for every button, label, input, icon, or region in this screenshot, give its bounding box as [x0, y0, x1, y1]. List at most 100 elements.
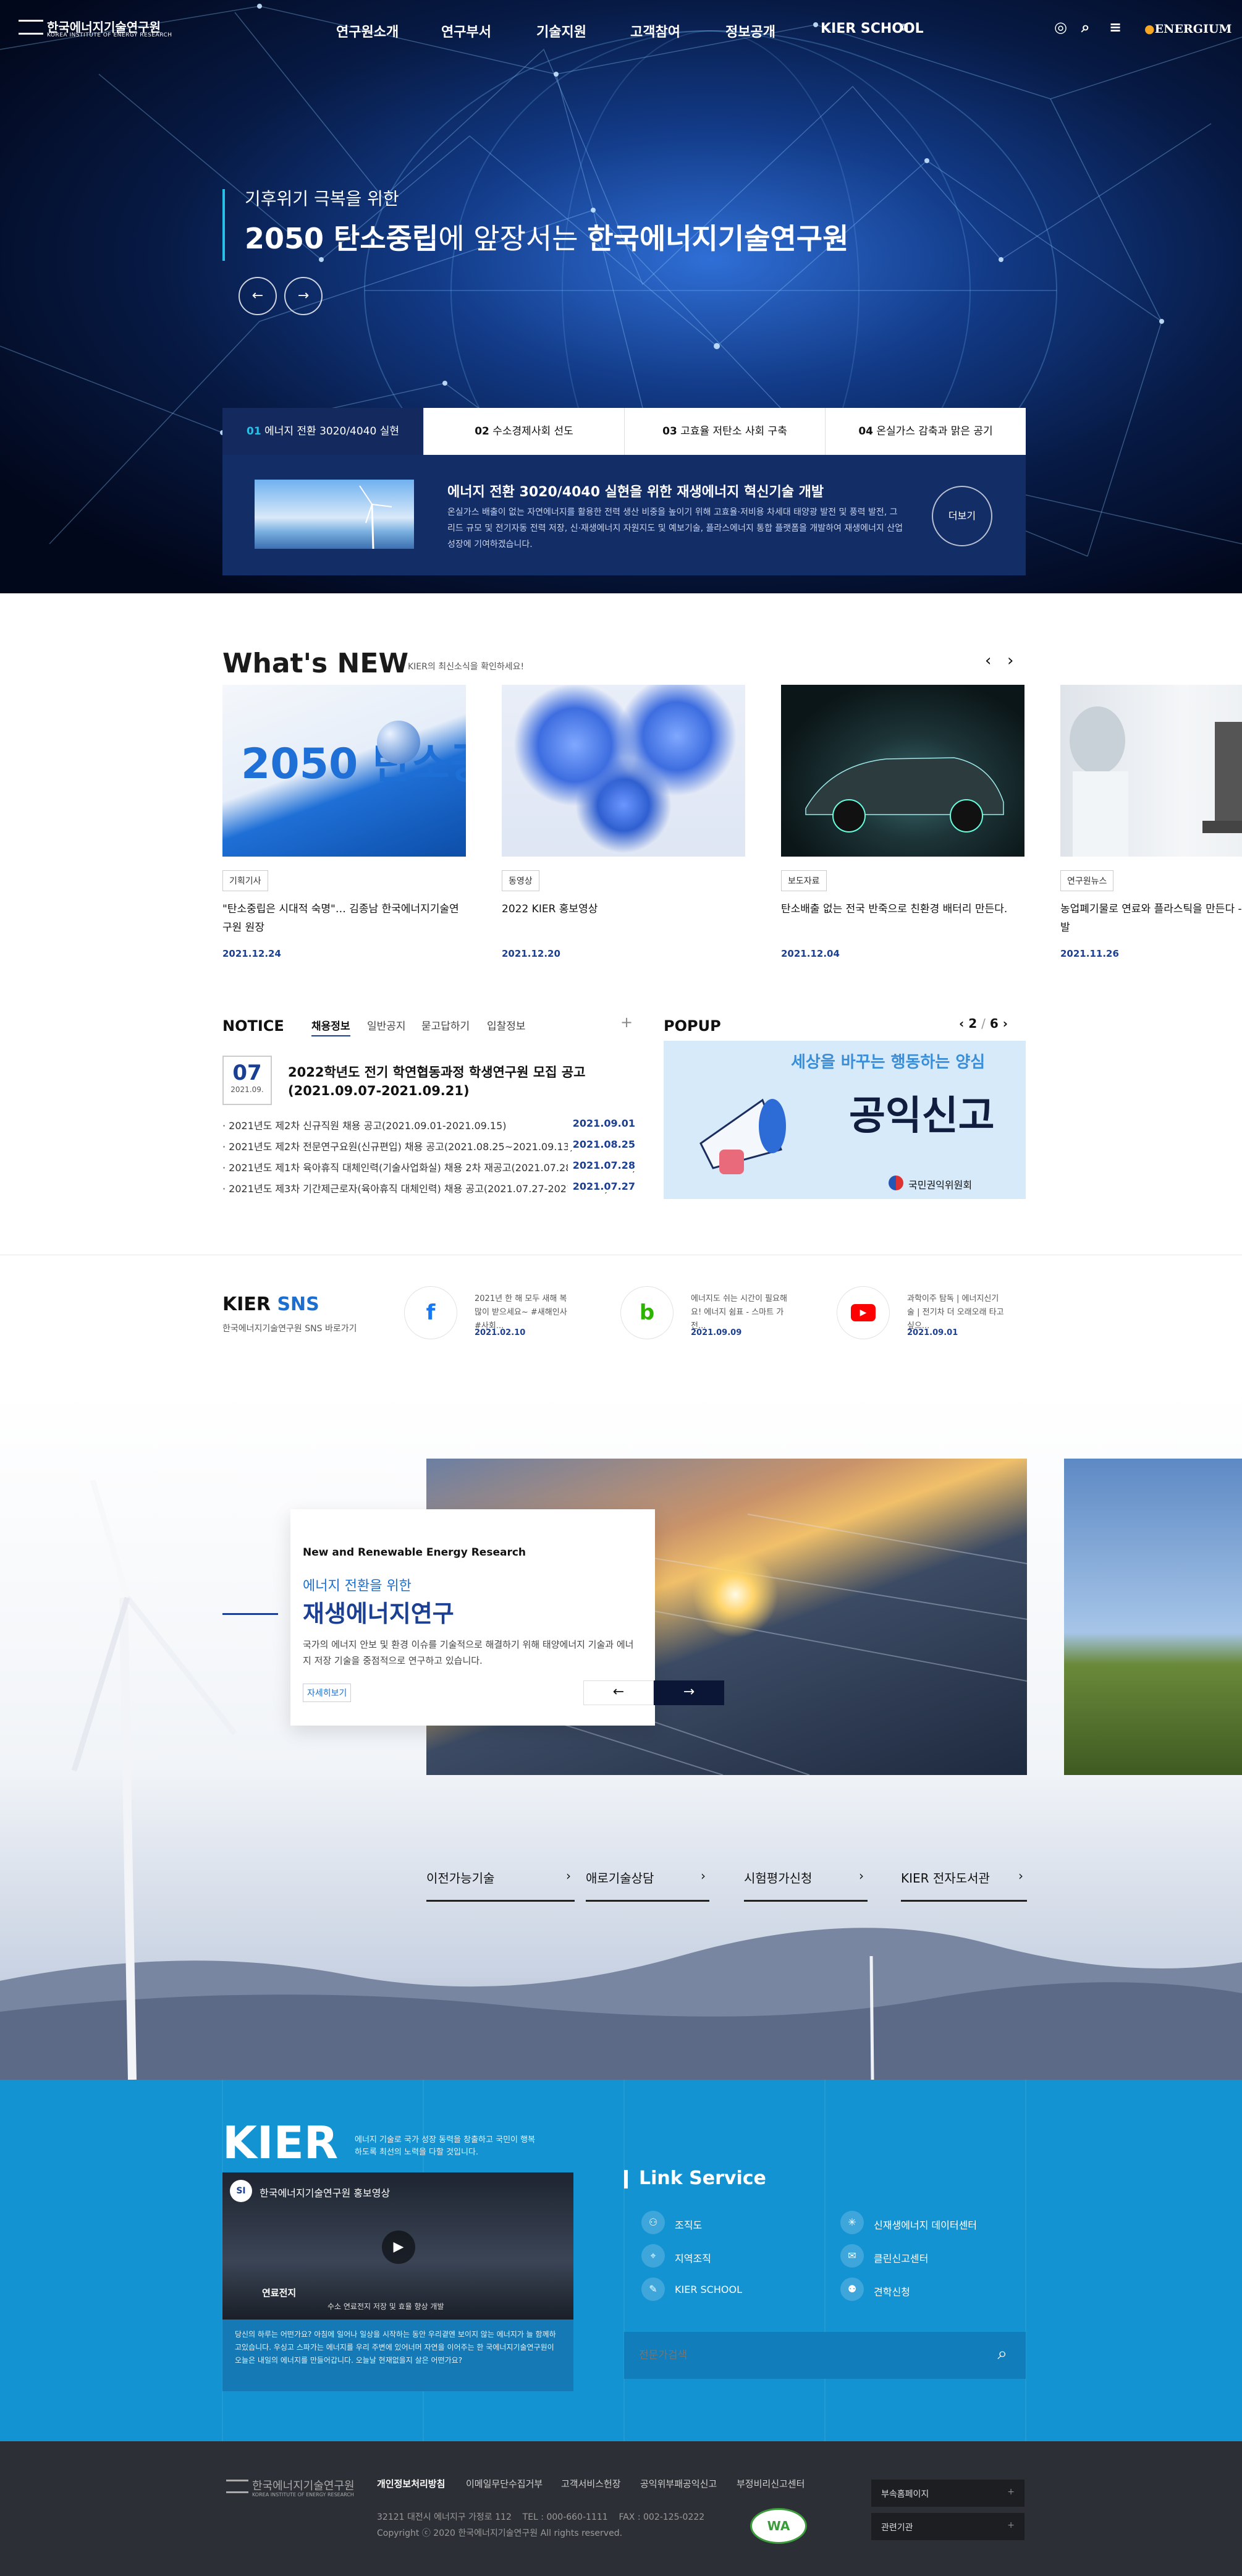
notice-tab-bid[interactable]: 입찰정보 [487, 1017, 526, 1033]
footer-link-charter[interactable]: 고객서비스헌장 [561, 2477, 621, 2490]
notice-row-date: 2021.09.01 [567, 1117, 635, 1129]
news-category: 기획기사 [222, 870, 268, 891]
hero-tab-3[interactable]: 03 고효율 저탄소 사회 구축 [624, 408, 825, 455]
news-card[interactable]: 보도자료 탄소배출 없는 전국 반죽으로 친환경 배터리 만든다. 2021.1… [781, 685, 1024, 959]
video-caption: 연료전지 [262, 2287, 297, 2298]
energium-label: ENERGIUM [1154, 22, 1232, 36]
family-site-select[interactable]: 부속홈페이지 + [871, 2480, 1024, 2507]
search-icon[interactable]: ⌕ [997, 2343, 1007, 2364]
link-tour[interactable]: 견학신청 [874, 2284, 910, 2298]
news-card[interactable]: 2050 탄소중립 기획기사 "탄소중립은 시대적 숙명"… 김종남 한국에너지… [222, 685, 466, 959]
tab-label: 에너지 전환 3020/4040 실현 [264, 425, 400, 438]
nav-item-customer[interactable]: 고객참여 [630, 21, 680, 41]
nav-item-kier-school[interactable]: KIER SCHOOL [821, 21, 924, 36]
hero-tab-4[interactable]: 04 온실가스 감축과 맑은 공기 [825, 408, 1026, 455]
blog-icon: b [639, 1300, 655, 1325]
nav-item-tech-support[interactable]: 기술지원 [536, 21, 586, 41]
panel-title: 에너지 전환 3020/4040 실현을 위한 재생에너지 혁신기술 개발 [447, 485, 824, 500]
link-kier-school[interactable]: KIER SCHOOL [675, 2284, 742, 2295]
youtube-link[interactable]: ▶ [837, 1286, 890, 1339]
footer-link-privacy[interactable]: 개인정보처리방침 [377, 2477, 445, 2490]
quick-link-label: 시험평가신청 [744, 1871, 813, 1886]
news-card[interactable]: 연구원뉴스 농업폐기물로 연료와 플라스틱을 만든다 - 효소 공정 개발 20… [1060, 685, 1242, 959]
hero-tab-panel: 에너지 전환 3020/4040 실현을 위한 재생에너지 혁신기술 개발 온실… [222, 455, 1026, 575]
facebook-icon: f [426, 1300, 436, 1325]
nav-item-disclosure[interactable]: 정보공개 [725, 21, 775, 41]
link-clean-report[interactable]: 클린신고센터 [874, 2250, 928, 2265]
select-label: 관련기관 [881, 2523, 913, 2533]
sns-post-text[interactable]: 2021년 한 해 모두 새해 복 많이 받으세요~ #새해인사 #사회... [475, 1292, 573, 1333]
sns-post-date: 2021.09.01 [907, 1328, 958, 1337]
group-icon: ⚉ [840, 2277, 864, 2301]
notice-row[interactable]: · 2021년도 제1차 육아휴직 대체인력(기술사업화실) 채용 2차 재공고… [222, 1159, 635, 1174]
notice-ym: 2021.09. [230, 1085, 264, 1094]
notice-row-title: · 2021년도 제2차 신규직원 채용 공고(2021.09.01-2021.… [222, 1120, 507, 1132]
footer-link-corruption[interactable]: 부정비리신고센터 [737, 2477, 805, 2490]
energium-link[interactable]: ●ENERGIUM [1144, 22, 1231, 36]
footer-link-email[interactable]: 이메일무단수집거부 [466, 2477, 543, 2490]
link-data-center[interactable]: 신재생에너지 데이터센터 [874, 2217, 977, 2232]
select-label: 부속홈페이지 [881, 2489, 929, 2499]
research-next-button[interactable]: → [654, 1680, 724, 1705]
panel-more-button[interactable]: 더보기 [932, 486, 992, 546]
whats-new-title: What's NEW [222, 648, 408, 679]
hero-title-strong-a: 2050 탄소중립 [245, 222, 439, 255]
notice-tab-jobs[interactable]: 채용정보 [311, 1017, 350, 1036]
quick-link-transfer[interactable]: 이전가능기술 › [426, 1868, 575, 1902]
research-sub: 에너지 전환을 위한 [303, 1578, 412, 1594]
link-regional[interactable]: 지역조직 [675, 2250, 711, 2265]
blog-link[interactable]: b [620, 1286, 674, 1339]
search-icon[interactable]: ⌕ [1081, 19, 1089, 36]
hero-tab-1[interactable]: 01 에너지 전환 3020/4040 실현 [222, 408, 423, 455]
arrow-right-icon: → [297, 288, 310, 303]
nav-item-about[interactable]: 연구원소개 [336, 21, 399, 41]
chevron-right-icon[interactable]: › [1003, 1016, 1008, 1031]
notice-tab-general[interactable]: 일반공지 [367, 1017, 406, 1033]
plus-icon[interactable]: + [620, 1014, 633, 1031]
mail-icon: ✉ [840, 2244, 864, 2268]
promo-video[interactable]: SI 한국에너지기술연구원 홍보영상 ▶ 연료전지 수소 연료전지 저장 및 효… [222, 2172, 573, 2320]
popup-banner[interactable]: 세상을 바꾸는 행동하는 양심 공익신고 국민권익위원회 [664, 1041, 1026, 1199]
chevron-right-icon[interactable]: › [1007, 651, 1013, 670]
notice-tab-qna[interactable]: 묻고답하기 [421, 1017, 470, 1033]
news-date: 2021.12.24 [222, 948, 281, 959]
quick-link-consult[interactable]: 애로기술상담 › [586, 1868, 709, 1902]
news-card[interactable]: 동영상 2022 KIER 홍보영상 2021.12.20 [502, 685, 745, 959]
popup-sep: / [981, 1016, 986, 1031]
hero-tab-2[interactable]: 02 수소경제사회 선도 [423, 408, 624, 455]
globe-icon[interactable]: ◎ [1054, 19, 1067, 36]
sns-post-text[interactable]: 에너지도 쉬는 시간이 필요해요! 에너지 쉼표 - 스마트 가전... [691, 1292, 790, 1333]
research-section: New and Renewable Energy Research 에너지 전환… [0, 1388, 1242, 2080]
hero-prev-button[interactable]: ← [239, 277, 277, 315]
quick-link-library[interactable]: KIER 전자도서관 › [901, 1868, 1027, 1902]
chevron-left-icon[interactable]: ‹ [959, 1016, 964, 1031]
footer-link-report[interactable]: 공익위부패공익신고 [640, 2477, 717, 2490]
news-category: 연구원뉴스 [1060, 870, 1114, 891]
expert-search-input[interactable] [639, 2345, 960, 2365]
menu-icon[interactable]: ≡ [1109, 19, 1122, 36]
notice-row[interactable]: · 2021년도 제3차 기간제근로자(육아휴직 대체인력) 채용 공고(202… [222, 1180, 635, 1195]
research-prev-button[interactable]: ← [583, 1680, 654, 1705]
link-org-chart[interactable]: 조직도 [675, 2217, 702, 2232]
chevron-right-icon: › [701, 1868, 706, 1883]
field-image [1064, 1459, 1242, 1775]
kier-big-logo: KIER [222, 2117, 339, 2169]
quick-link-test[interactable]: 시험평가신청 › [744, 1868, 868, 1902]
notice-featured-title[interactable]: 2022학년도 전기 학연협동과정 학생연구원 모집 공고 (2021.09.0… [288, 1063, 609, 1100]
notice-row-date: 2021.07.27 [567, 1180, 635, 1192]
research-more-link[interactable]: 자세히보기 [303, 1684, 352, 1702]
related-org-select[interactable]: 관련기관 + [871, 2513, 1024, 2540]
news-date: 2021.12.20 [502, 948, 560, 959]
notice-row[interactable]: · 2021년도 제2차 전문연구요원(신규편입) 채용 공고(2021.08.… [222, 1138, 635, 1153]
news-image-antibody [502, 685, 745, 857]
nav-item-departments[interactable]: 연구부서 [441, 21, 491, 41]
sns-post-text[interactable]: 과학이주 탐독 | 에너지신기술 | 전기차 더 오래오래 타고 싶으... [907, 1292, 1006, 1333]
panel-text: 온실가스 배출이 없는 자연에너지를 활용한 전력 생산 비중을 높이기 위해 … [447, 507, 903, 549]
facebook-link[interactable]: f [404, 1286, 457, 1339]
chevron-left-icon[interactable]: ‹ [985, 651, 991, 670]
quick-link-label: KIER 전자도서관 [901, 1871, 990, 1886]
hero-next-button[interactable]: → [284, 277, 323, 315]
notice-row[interactable]: · 2021년도 제2차 신규직원 채용 공고(2021.09.01-2021.… [222, 1117, 635, 1132]
play-icon[interactable]: ▶ [382, 2231, 415, 2264]
news-title: "탄소중립은 시대적 숙명"… 김종남 한국에너지기술연구원 원장 [222, 903, 459, 934]
